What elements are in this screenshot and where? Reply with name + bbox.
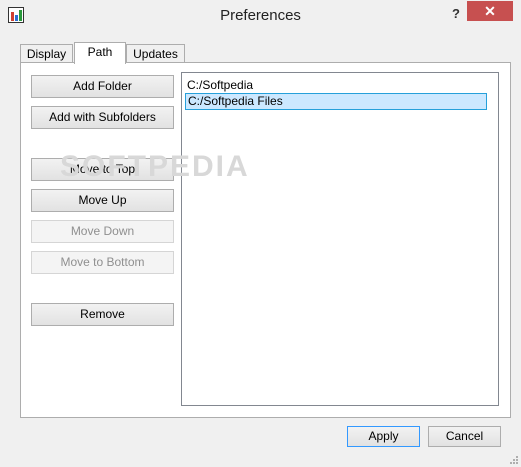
resize-grip-icon[interactable]	[509, 455, 519, 465]
move-down-button[interactable]: Move Down	[31, 220, 174, 243]
remove-button[interactable]: Remove	[31, 303, 174, 326]
window-title: Preferences	[220, 7, 301, 24]
move-up-button[interactable]: Move Up	[31, 189, 174, 212]
tab-updates[interactable]: Updates	[126, 44, 185, 63]
softpedia-watermark: SOFTPEDIA	[60, 150, 250, 183]
add-with-subfolders-button[interactable]: Add with Subfolders	[31, 106, 174, 129]
help-button[interactable]: ?	[446, 4, 466, 24]
path-list-item-selected[interactable]: C:/Softpedia Files	[185, 93, 487, 110]
tab-display[interactable]: Display	[20, 44, 73, 63]
add-folder-button[interactable]: Add Folder	[31, 75, 174, 98]
close-button[interactable]: ✕	[467, 1, 513, 21]
cancel-button[interactable]: Cancel	[428, 426, 501, 447]
apply-button[interactable]: Apply	[347, 426, 420, 447]
path-list[interactable]: C:/Softpedia C:/Softpedia Files	[181, 72, 499, 406]
tab-path[interactable]: Path	[74, 42, 126, 64]
title-bar[interactable]: Preferences ? ✕	[0, 0, 521, 31]
move-to-bottom-button[interactable]: Move to Bottom	[31, 251, 174, 274]
preferences-window: Preferences ? ✕ Display Path Updates Add…	[0, 0, 521, 467]
path-list-item[interactable]: C:/Softpedia	[185, 77, 489, 93]
